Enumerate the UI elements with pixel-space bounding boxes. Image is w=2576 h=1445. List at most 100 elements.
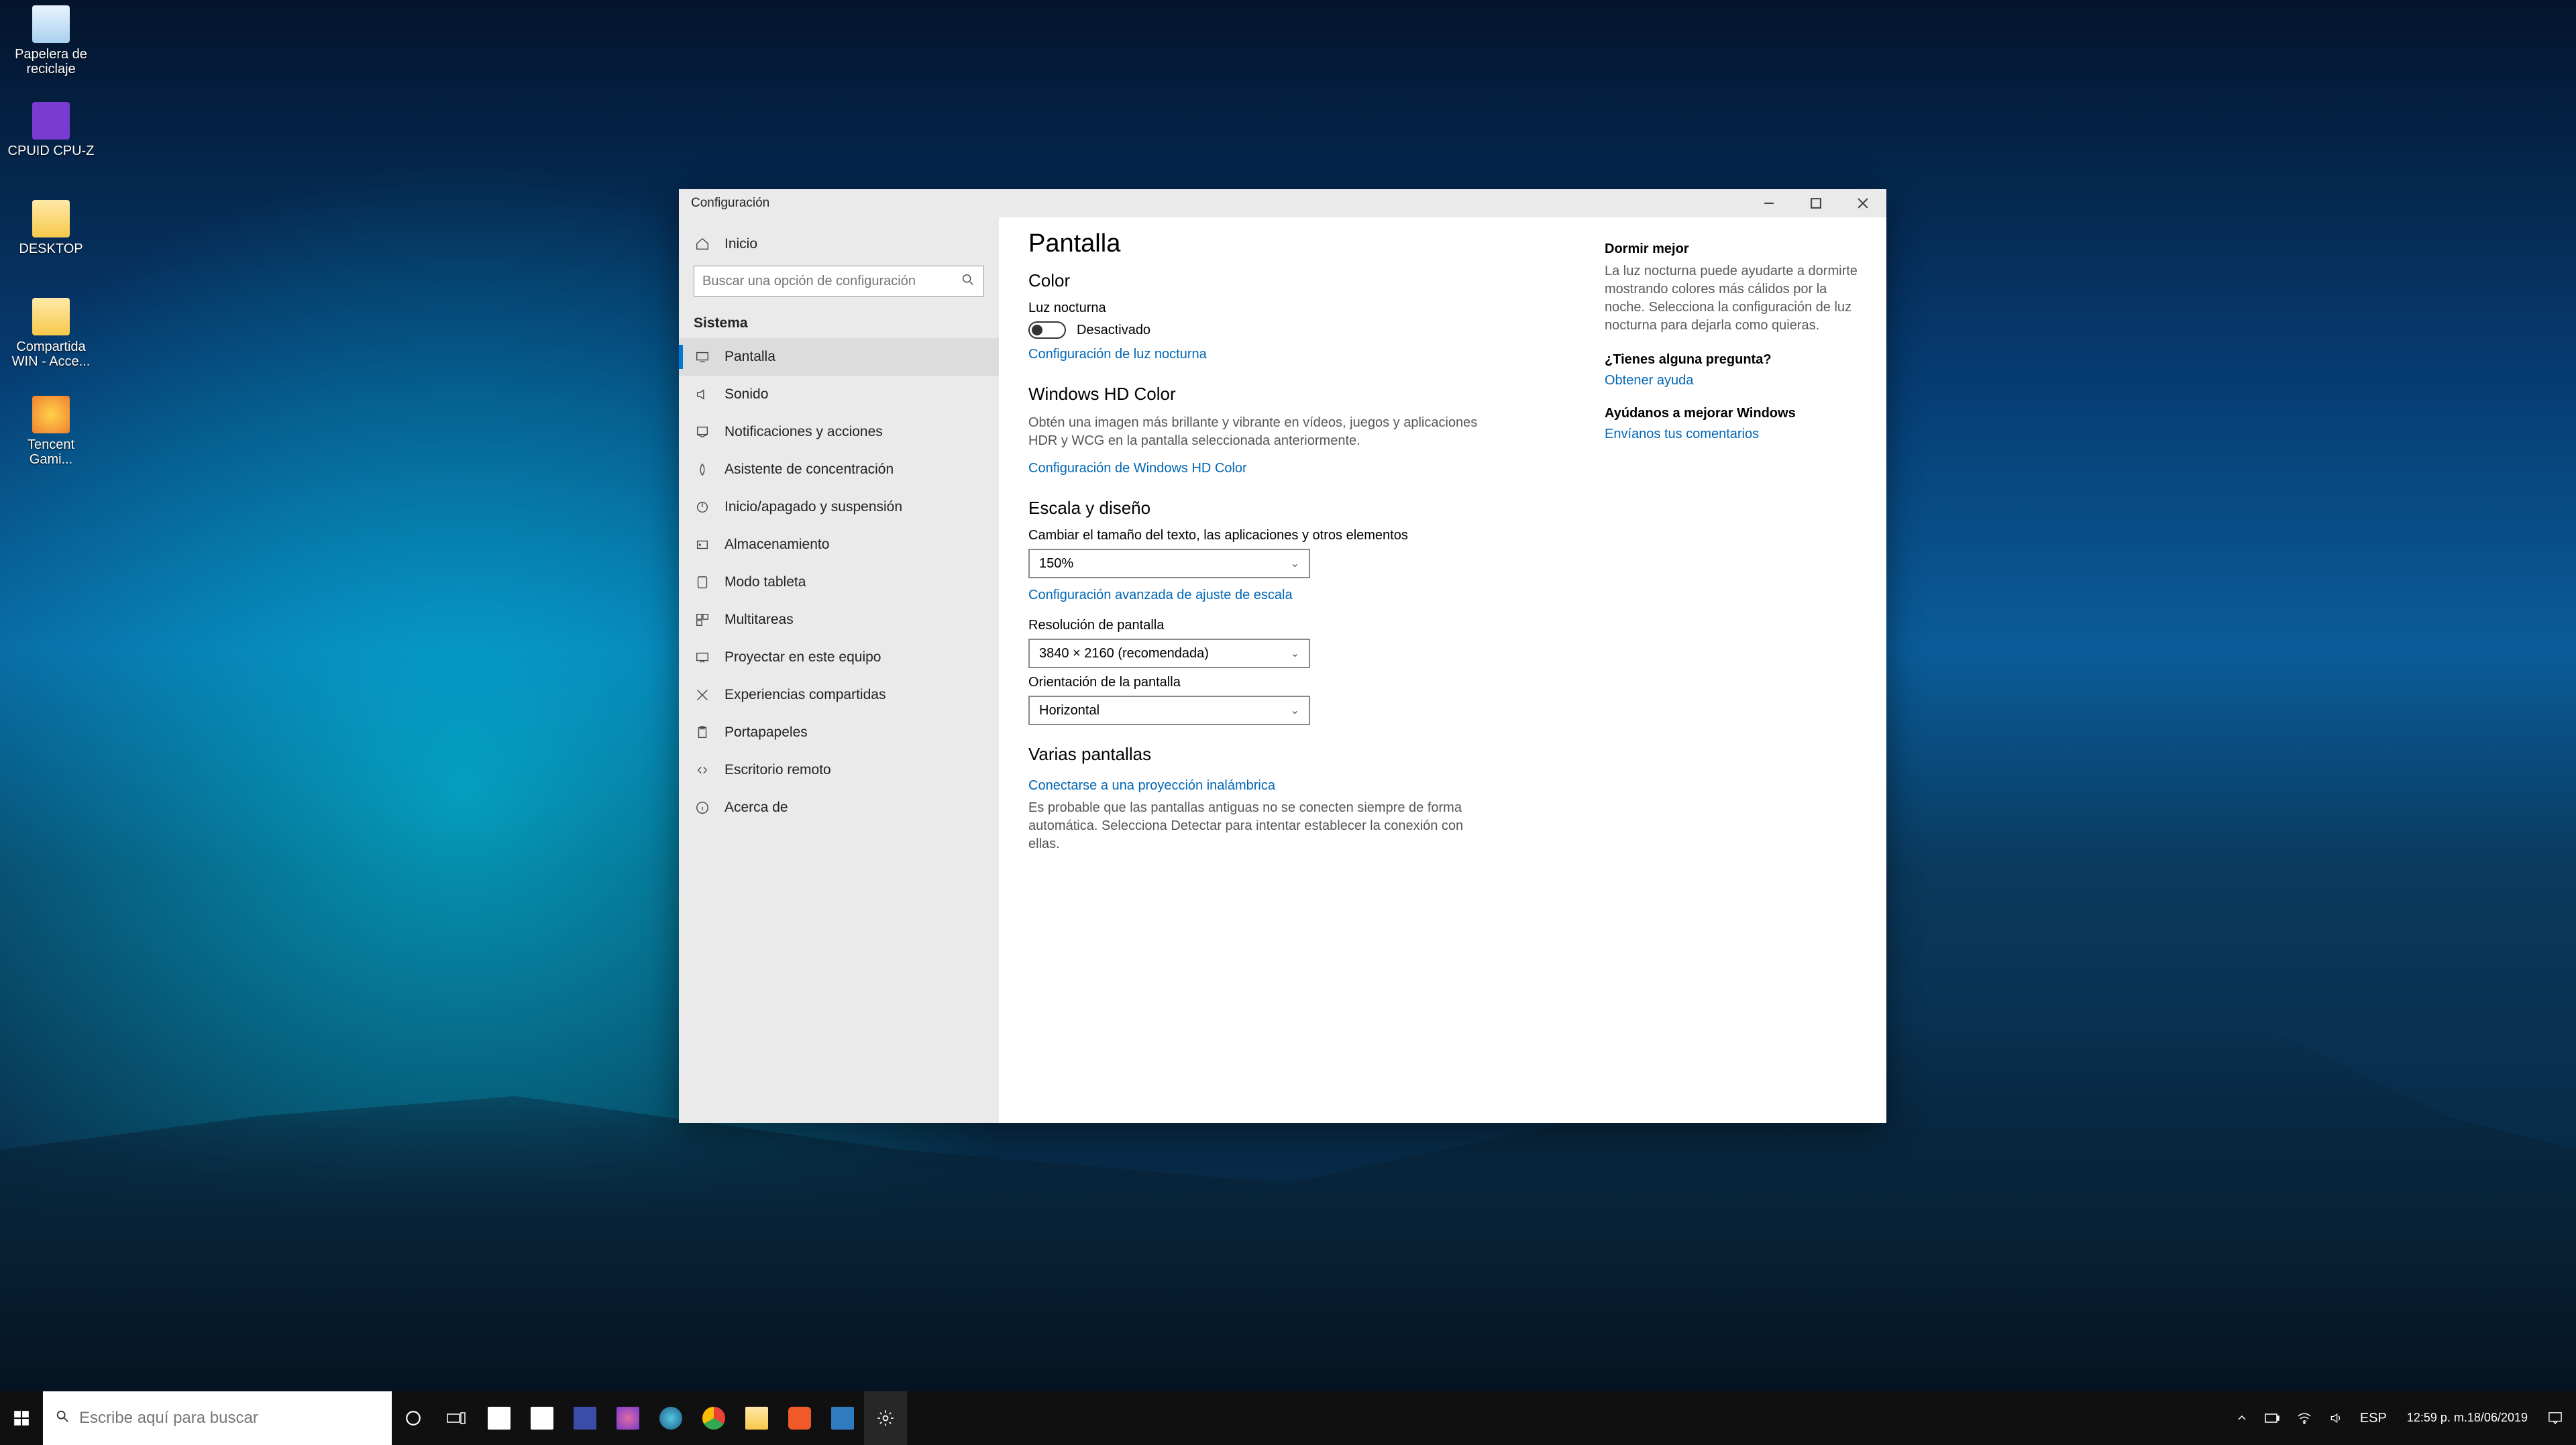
orientation-label: Orientación de la pantalla bbox=[1028, 675, 1575, 690]
battery-icon bbox=[2265, 1413, 2279, 1423]
settings-search[interactable] bbox=[694, 266, 984, 297]
sound-icon bbox=[694, 386, 711, 403]
nav-item-label: Acerca de bbox=[724, 800, 788, 816]
taskview-button[interactable] bbox=[435, 1391, 478, 1445]
tablet-icon bbox=[694, 574, 711, 591]
tray-clock[interactable]: 12:59 p. m. 18/06/2019 bbox=[2398, 1391, 2537, 1445]
taskbar-app-mail[interactable] bbox=[521, 1391, 564, 1445]
nav-item-almacenamiento[interactable]: Almacenamiento bbox=[679, 526, 999, 564]
hd-color-link[interactable]: Configuración de Windows HD Color bbox=[1028, 461, 1247, 476]
taskbar-app-store[interactable] bbox=[478, 1391, 521, 1445]
tray-volume[interactable] bbox=[2322, 1391, 2349, 1445]
resolution-dropdown[interactable]: 3840 × 2160 (recomendada) ⌄ bbox=[1028, 639, 1310, 668]
multiple-displays-desc: Es probable que las pantallas antiguas n… bbox=[1028, 799, 1485, 853]
minimize-button[interactable] bbox=[1746, 189, 1792, 217]
nav-home[interactable]: Inicio bbox=[679, 225, 999, 263]
nav-item-acerca[interactable]: Acerca de bbox=[679, 789, 999, 826]
desktop-icon-recycle-bin[interactable]: Papelera de reciclaje bbox=[4, 5, 98, 76]
clock-date: 18/06/2019 bbox=[2467, 1411, 2528, 1425]
desktop-icon-label: CPUID CPU-Z bbox=[4, 144, 98, 158]
chevron-down-icon: ⌄ bbox=[1291, 647, 1299, 660]
titlebar[interactable]: Configuración bbox=[679, 189, 1886, 217]
minimize-icon bbox=[1762, 196, 1776, 211]
tray-wifi[interactable] bbox=[2290, 1391, 2318, 1445]
start-button[interactable] bbox=[0, 1391, 43, 1445]
settings-aside: Dormir mejor La luz nocturna puede ayuda… bbox=[1605, 217, 1886, 1123]
nav-item-label: Multitareas bbox=[724, 612, 794, 628]
nightlight-label: Luz nocturna bbox=[1028, 301, 1575, 316]
nav-item-multitareas[interactable]: Multitareas bbox=[679, 601, 999, 639]
wifi-icon bbox=[2297, 1412, 2312, 1424]
section-hd-color: Windows HD Color bbox=[1028, 384, 1575, 405]
desktop-icon-shared-folder[interactable]: Compartida WIN - Acce... bbox=[4, 298, 98, 369]
desktop-icon-desktop-folder[interactable]: DESKTOP bbox=[4, 200, 98, 256]
nav-item-experiencias[interactable]: Experiencias compartidas bbox=[679, 676, 999, 714]
nav-item-label: Escritorio remoto bbox=[724, 762, 831, 778]
scale-label: Cambiar el tamaño del texto, las aplicac… bbox=[1028, 528, 1575, 543]
search-icon bbox=[961, 272, 975, 290]
home-icon bbox=[694, 235, 711, 253]
nightlight-settings-link[interactable]: Configuración de luz nocturna bbox=[1028, 347, 1207, 362]
desktop-icon-tencent[interactable]: Tencent Gami... bbox=[4, 396, 98, 467]
window-title: Configuración bbox=[691, 196, 769, 211]
settings-search-input[interactable] bbox=[702, 274, 961, 289]
nav-item-pantalla[interactable]: Pantalla bbox=[679, 338, 999, 376]
settings-main[interactable]: Pantalla Color Luz nocturna Desactivado … bbox=[999, 217, 1605, 1123]
page-title: Pantalla bbox=[1028, 229, 1575, 258]
nav-item-concentracion[interactable]: Asistente de concentración bbox=[679, 451, 999, 488]
taskbar-app-explorer[interactable] bbox=[735, 1391, 778, 1445]
wireless-projection-link[interactable]: Conectarse a una proyección inalámbrica bbox=[1028, 778, 1275, 794]
nav-item-label: Almacenamiento bbox=[724, 537, 829, 553]
nav-item-sonido[interactable]: Sonido bbox=[679, 376, 999, 413]
clock-time: 12:59 p. m. bbox=[2407, 1411, 2467, 1425]
taskbar-app-edge[interactable] bbox=[649, 1391, 692, 1445]
taskbar-app-live[interactable] bbox=[564, 1391, 606, 1445]
taskbar-app-teamviewer[interactable] bbox=[821, 1391, 864, 1445]
aside-help-link[interactable]: Obtener ayuda bbox=[1605, 373, 1693, 388]
window-controls bbox=[1746, 189, 1886, 217]
cortana-button[interactable] bbox=[392, 1391, 435, 1445]
desktop-icon-cpuz[interactable]: CPUID CPU-Z bbox=[4, 102, 98, 158]
nav-item-proyectar[interactable]: Proyectar en este equipo bbox=[679, 639, 999, 676]
desktop-icon-label: DESKTOP bbox=[4, 242, 98, 256]
toggle-state: Desactivado bbox=[1077, 323, 1150, 338]
nav-item-energia[interactable]: Inicio/apagado y suspensión bbox=[679, 488, 999, 526]
nav-home-label: Inicio bbox=[724, 236, 757, 252]
section-multiple-displays: Varias pantallas bbox=[1028, 744, 1575, 765]
taskbar-app-brave[interactable] bbox=[778, 1391, 821, 1445]
nightlight-toggle[interactable]: Desactivado bbox=[1028, 321, 1575, 339]
close-icon bbox=[1856, 196, 1870, 211]
display-icon bbox=[694, 348, 711, 366]
desktop-icon-label: Tencent Gami... bbox=[4, 437, 98, 467]
aside-help-heading: ¿Tienes alguna pregunta? bbox=[1605, 352, 1866, 368]
nav-item-label: Sonido bbox=[724, 386, 768, 403]
nav-item-portapapeles[interactable]: Portapapeles bbox=[679, 714, 999, 751]
search-icon bbox=[55, 1409, 70, 1428]
multitask-icon bbox=[694, 611, 711, 629]
nav-item-label: Pantalla bbox=[724, 349, 775, 365]
taskbar-app-chrome[interactable] bbox=[692, 1391, 735, 1445]
orientation-dropdown[interactable]: Horizontal ⌄ bbox=[1028, 696, 1310, 725]
tray-language[interactable]: ESP bbox=[2353, 1391, 2394, 1445]
nav-item-notificaciones[interactable]: Notificaciones y acciones bbox=[679, 413, 999, 451]
scale-advanced-link[interactable]: Configuración avanzada de ajuste de esca… bbox=[1028, 588, 1293, 603]
nav-item-label: Portapapeles bbox=[724, 725, 808, 741]
scale-dropdown[interactable]: 150% ⌄ bbox=[1028, 549, 1310, 578]
section-color: Color bbox=[1028, 270, 1575, 291]
taskbar-app-settings[interactable] bbox=[864, 1391, 907, 1445]
taskview-icon bbox=[446, 1409, 466, 1427]
nav-section-header: Sistema bbox=[679, 305, 999, 338]
maximize-button[interactable] bbox=[1792, 189, 1839, 217]
project-icon bbox=[694, 649, 711, 666]
aside-feedback-link[interactable]: Envíanos tus comentarios bbox=[1605, 427, 1759, 442]
taskbar-app-paint[interactable] bbox=[606, 1391, 649, 1445]
nav-item-tableta[interactable]: Modo tableta bbox=[679, 564, 999, 601]
tray-battery[interactable] bbox=[2258, 1391, 2286, 1445]
aside-sleep-text: La luz nocturna puede ayudarte a dormirt… bbox=[1605, 262, 1866, 335]
tray-action-center[interactable] bbox=[2541, 1391, 2569, 1445]
nav-item-escritorio-remoto[interactable]: Escritorio remoto bbox=[679, 751, 999, 789]
chevron-down-icon: ⌄ bbox=[1291, 557, 1299, 570]
tray-overflow-button[interactable] bbox=[2230, 1391, 2254, 1445]
taskbar-search[interactable]: Escribe aquí para buscar bbox=[43, 1391, 392, 1445]
close-button[interactable] bbox=[1839, 189, 1886, 217]
